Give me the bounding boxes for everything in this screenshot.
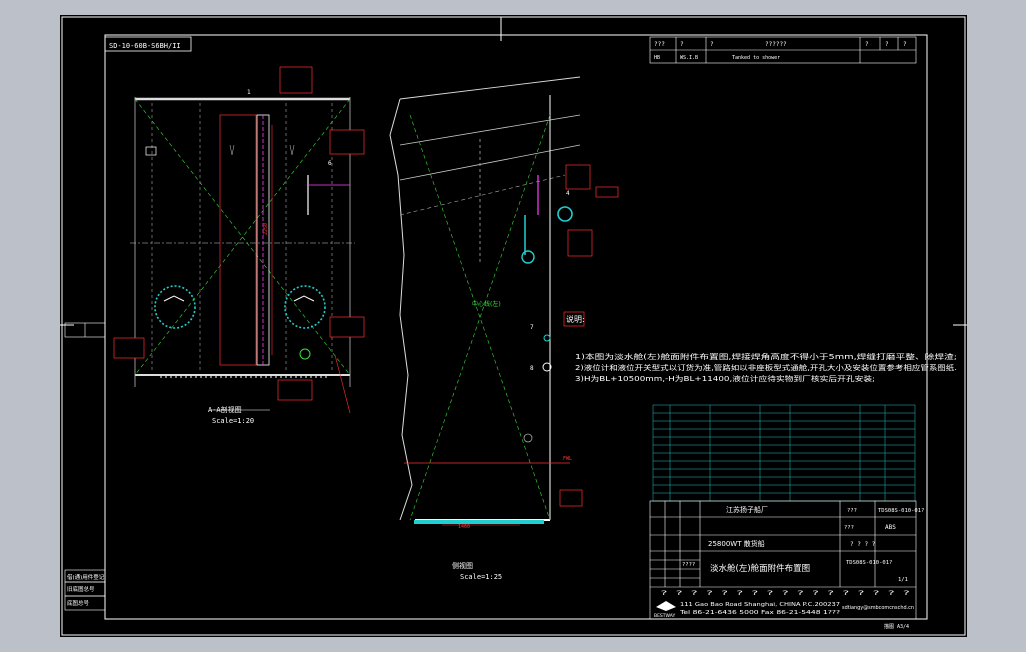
cell-1: ??? xyxy=(847,508,857,514)
rev-h1: ??? xyxy=(654,41,665,48)
rev-r3: Tanked to shower xyxy=(732,55,780,61)
margin-label-3: 底图总号 xyxy=(67,599,90,607)
side-view-title: 侧视图 xyxy=(452,561,473,570)
address-line-2: Tel 86-21-6436 5000 Fax 86-21-5448 1??? xyxy=(679,610,841,616)
rev-h4: ?????? xyxy=(765,41,787,48)
bottom-stamp: 描图 A3/4 xyxy=(884,623,909,630)
class-society: ABS xyxy=(885,524,896,531)
company-name: 江苏扬子船厂 xyxy=(726,505,768,514)
rev-h7: ? xyxy=(903,41,907,48)
sheet-number: 1/1 xyxy=(898,577,908,583)
company-logo xyxy=(656,601,676,611)
margin-label-1: 借(通)用件登记 xyxy=(67,573,105,581)
cad-drawing: SD-10-60B-S6BH/II 借(通)用件登记 旧底图总号 底图总号 22… xyxy=(60,16,967,636)
rev-h2: ? xyxy=(680,41,684,48)
inner-border xyxy=(104,34,928,620)
drawing-sheet: SD-10-60B-S6BH/II 借(通)用件登记 旧底图总号 底图总号 22… xyxy=(60,15,967,637)
question-row: ? ? ? ? ? ? ? ? ? ? ? ? ? ? ? ? ? xyxy=(660,589,910,597)
note-3: 3)H为BL+10500mm,-H为BL+11400,液位计应待实物到厂核实后开… xyxy=(575,374,875,383)
waterline-label: FWL xyxy=(563,456,572,462)
note-2: 2)液位计和液位开关型式以订货为准,管路如以非座板型式通舱,开孔大小及安装位置参… xyxy=(575,363,957,372)
centerline-label: 中心线(左) xyxy=(472,300,501,308)
address-line-1: 111 Gao Bao Road Shanghai, CHINA P.C.200… xyxy=(680,602,840,608)
left-margin-boxes xyxy=(64,322,106,611)
logo-text: BESTWAY xyxy=(654,613,675,619)
rev-h5: ? xyxy=(865,41,869,48)
drawing-number: TDS08S-010-01? xyxy=(878,508,924,514)
callout-1: 1 xyxy=(247,89,251,96)
rev-h3: ? xyxy=(710,41,714,48)
section-view-aa xyxy=(130,97,355,414)
cell-4: ???? xyxy=(682,562,695,568)
rev-h6: ? xyxy=(885,41,889,48)
aa-red-tags xyxy=(113,66,365,401)
side-view-scale: Scale=1:25 xyxy=(460,573,502,581)
callout-4: 4 xyxy=(566,190,570,197)
ship-name: 25800WT 散货船 xyxy=(708,539,765,548)
horizontal-dimension: 1460 xyxy=(458,524,470,530)
outer-border xyxy=(61,16,966,636)
vertical-dimension: 2250 xyxy=(263,223,269,235)
margin-label-2: 旧底图总号 xyxy=(67,585,95,593)
drawing-title: 淡水舱(左)舱面附件布置图 xyxy=(710,563,810,574)
mirrored-stamp: SD-10-60B-S6BH/II xyxy=(109,42,181,50)
rev-r2: WS.I.B xyxy=(680,55,698,61)
cell-3: ? ? ? ? xyxy=(850,541,876,548)
callout-7: 7 xyxy=(530,324,534,331)
email: sdtiangy@smbcomcnschd.cn xyxy=(842,605,914,611)
section-view-title: A-A剖视图 xyxy=(208,405,242,414)
notes-heading: 说明: xyxy=(566,314,585,324)
callout-6: 6 xyxy=(328,160,332,167)
callout-8: 8 xyxy=(530,365,534,372)
parts-list-table xyxy=(652,404,916,502)
cell-2: ??? xyxy=(844,525,854,531)
side-red-tags xyxy=(559,164,619,507)
drawing-number-2: TDS08S-010-01? xyxy=(846,560,892,566)
note-1: 1)本图为淡水舱(左)舱面附件布置图,焊接焊角高度不得小于5mm,焊缝打磨平整、… xyxy=(575,352,957,361)
rev-r1: HB xyxy=(654,55,660,61)
section-view-scale: Scale=1:20 xyxy=(212,417,254,425)
